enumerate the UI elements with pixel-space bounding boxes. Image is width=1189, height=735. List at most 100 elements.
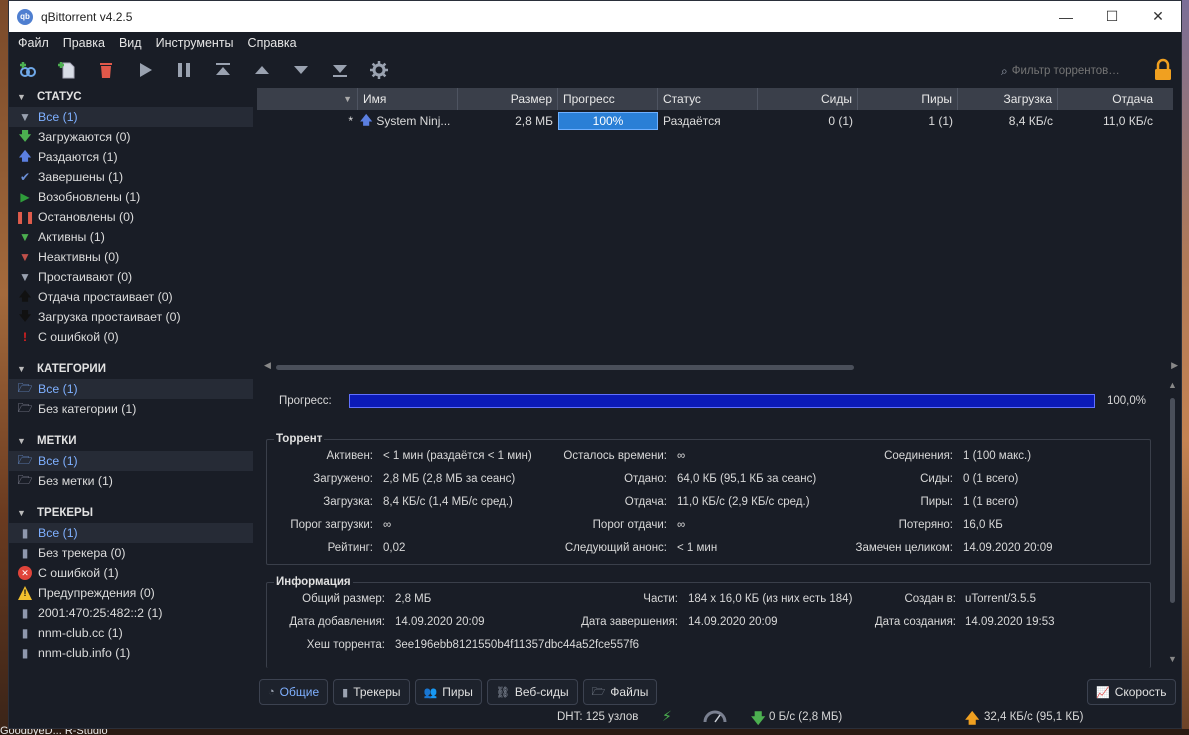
sidebar-tracker-item[interactable]: ✕ С ошибкой (1) (9, 563, 253, 583)
menu-view[interactable]: Вид (112, 36, 149, 50)
sidebar-tracker-item[interactable]: ! Предупреждения (0) (9, 583, 253, 603)
column-header-peers[interactable]: Пиры (858, 88, 958, 110)
menu-file[interactable]: Файл (11, 36, 56, 50)
scroll-down-icon[interactable]: ▼ (1168, 654, 1177, 664)
speed-limit-icon[interactable] (703, 709, 727, 723)
resume-button[interactable] (130, 56, 160, 84)
progress-value: 100,0% (1107, 395, 1147, 407)
sidebar-status-item[interactable]: ▼ Простаивают (0) (9, 267, 253, 287)
sidebar-category-none[interactable]: 🗁 Без категории (1) (9, 399, 253, 419)
desktop-background-left (0, 0, 8, 735)
table-header: ▼ Имя Размер Прогресс Статус Сиды Пиры З… (257, 88, 1173, 110)
column-header-name[interactable]: Имя (358, 88, 458, 110)
tracker-icon: ▮ (21, 526, 29, 540)
column-header-seeds[interactable]: Сиды (758, 88, 858, 110)
tracker-icon: ▮ (21, 646, 29, 660)
tab-files[interactable]: 🗁 Файлы (582, 679, 658, 705)
row-peers: 1 (1) (928, 114, 953, 128)
field-value: uTorrent/3.5.5 (965, 593, 1036, 605)
status-section-header[interactable]: ▼ СТАТУС (9, 87, 253, 107)
sidebar-status-item[interactable]: 🡇 Загрузка простаивает (0) (9, 307, 253, 327)
sidebar-tracker-item[interactable]: ▮ 2001:470:25:482::2 (1) (9, 603, 253, 623)
scroll-right-icon[interactable]: ▶ (1171, 360, 1178, 371)
title-bar: qb qBittorrent v4.2.5 — ☐ ✕ (9, 1, 1181, 32)
move-up-button[interactable] (247, 56, 277, 84)
move-down-button[interactable] (286, 56, 316, 84)
tab-trackers[interactable]: ▮ Трекеры (333, 679, 410, 705)
sidebar-item-label: Завершены (1) (38, 170, 124, 184)
options-button[interactable] (364, 56, 394, 84)
chart-icon: 📈 (1096, 686, 1110, 699)
connection-status-icon[interactable]: ⚡ (662, 708, 672, 725)
maximize-button[interactable]: ☐ (1089, 1, 1135, 32)
minimize-button[interactable]: — (1043, 1, 1089, 32)
scroll-left-icon[interactable]: ◀ (264, 360, 271, 371)
add-torrent-file-button[interactable] (52, 56, 82, 84)
move-bottom-button[interactable] (325, 56, 355, 84)
delete-button[interactable] (91, 56, 121, 84)
scrollbar-thumb[interactable] (276, 365, 854, 370)
horizontal-scrollbar[interactable]: ◀ ▶ (264, 360, 1178, 373)
sidebar-status-item[interactable]: ! С ошибкой (0) (9, 327, 253, 347)
field-label: Отдано: (624, 473, 667, 485)
sidebar-status-item[interactable]: 🡅 Отдача простаивает (0) (9, 287, 253, 307)
tags-section-header[interactable]: ▼ МЕТКИ (9, 431, 253, 451)
tracker-icon: ▮ (21, 626, 29, 640)
sidebar-tracker-item[interactable]: ▮ nnm-club.info (1) (9, 643, 253, 663)
tracker-icon: ▮ (21, 546, 29, 560)
toolbar: ⌕ (9, 54, 1181, 86)
field-value: 16,0 КБ (963, 519, 1003, 531)
field-label: Рейтинг: (327, 542, 373, 554)
upload-arrow-icon: 🡅 (965, 710, 980, 726)
move-top-button[interactable] (208, 56, 238, 84)
tab-label: Трекеры (353, 685, 401, 699)
column-header-download[interactable]: Загрузка (958, 88, 1058, 110)
sidebar-status-item[interactable]: ▼ Неактивны (0) (9, 247, 253, 267)
sidebar-status-item[interactable]: 🡅 Раздаются (1) (9, 147, 253, 167)
field-label: Следующий анонс: (564, 542, 667, 554)
download-arrow-icon: 🡇 (751, 710, 766, 726)
close-button[interactable]: ✕ (1135, 1, 1181, 32)
row-status: Раздаётся (663, 114, 721, 128)
menu-edit[interactable]: Правка (56, 36, 112, 50)
tab-speed[interactable]: 📈 Скорость (1087, 679, 1176, 705)
sidebar-status-item[interactable]: ❚❚ Остановлены (0) (9, 207, 253, 227)
menu-tools[interactable]: Инструменты (149, 36, 241, 50)
gauge-icon (703, 710, 727, 723)
tab-general[interactable]: ◔ Общие (259, 679, 329, 705)
sidebar-status-item[interactable]: ✔ Завершены (1) (9, 167, 253, 187)
add-torrent-link-button[interactable] (13, 56, 43, 84)
vertical-scrollbar[interactable]: ▲ ▼ (1168, 380, 1178, 664)
field-label: Активен: (326, 450, 373, 462)
search-input[interactable] (1011, 65, 1132, 77)
menu-help[interactable]: Справка (241, 36, 304, 50)
sidebar-tracker-item[interactable]: ▮ nnm-club.cc (1) (9, 623, 253, 643)
pause-button[interactable] (169, 56, 199, 84)
sidebar-status-item[interactable]: ▼ Все (1) (9, 107, 253, 127)
categories-section-header[interactable]: ▼ КАТЕГОРИИ (9, 359, 253, 379)
sidebar-status-item[interactable]: 🡇 Загружаются (0) (9, 127, 253, 147)
field-label: Отдача: (624, 496, 667, 508)
scroll-up-icon[interactable]: ▲ (1168, 380, 1177, 390)
field-value: 1 (1 всего) (963, 496, 1019, 508)
sidebar-status-item[interactable]: ▼ Активны (1) (9, 227, 253, 247)
sidebar-item-label: nnm-club.cc (1) (38, 626, 123, 640)
table-row[interactable]: * 🡅 System Ninj... 2,8 МБ 100% Раздаётся… (257, 110, 1173, 132)
torrent-table: ▼ Имя Размер Прогресс Статус Сиды Пиры З… (257, 88, 1173, 132)
lock-button[interactable] (1151, 58, 1175, 82)
sort-indicator[interactable]: ▼ (257, 88, 358, 110)
field-label: Общий размер: (302, 593, 385, 605)
tab-webseeds[interactable]: ⛓ Веб-сиды (486, 679, 578, 705)
column-header-upload[interactable]: Отдача (1058, 88, 1158, 110)
tab-label: Веб-сиды (514, 685, 569, 699)
field-value: 3ee196ebb8121550b4f11357dbc44a52fce557f6 (395, 639, 640, 651)
column-header-size[interactable]: Размер (458, 88, 558, 110)
column-header-status[interactable]: Статус (658, 88, 758, 110)
column-header-progress[interactable]: Прогресс (558, 88, 658, 110)
sidebar-status-item[interactable]: ▶ Возобновлены (1) (9, 187, 253, 207)
app-window: qb qBittorrent v4.2.5 — ☐ ✕ Файл Правка … (8, 0, 1182, 729)
filter-inactive-icon: ▼ (19, 250, 31, 264)
tab-peers[interactable]: 👥 Пиры (414, 679, 482, 705)
scrollbar-thumb[interactable] (1170, 398, 1175, 603)
sidebar-category-all[interactable]: 🗁 Все (1) (9, 379, 253, 399)
